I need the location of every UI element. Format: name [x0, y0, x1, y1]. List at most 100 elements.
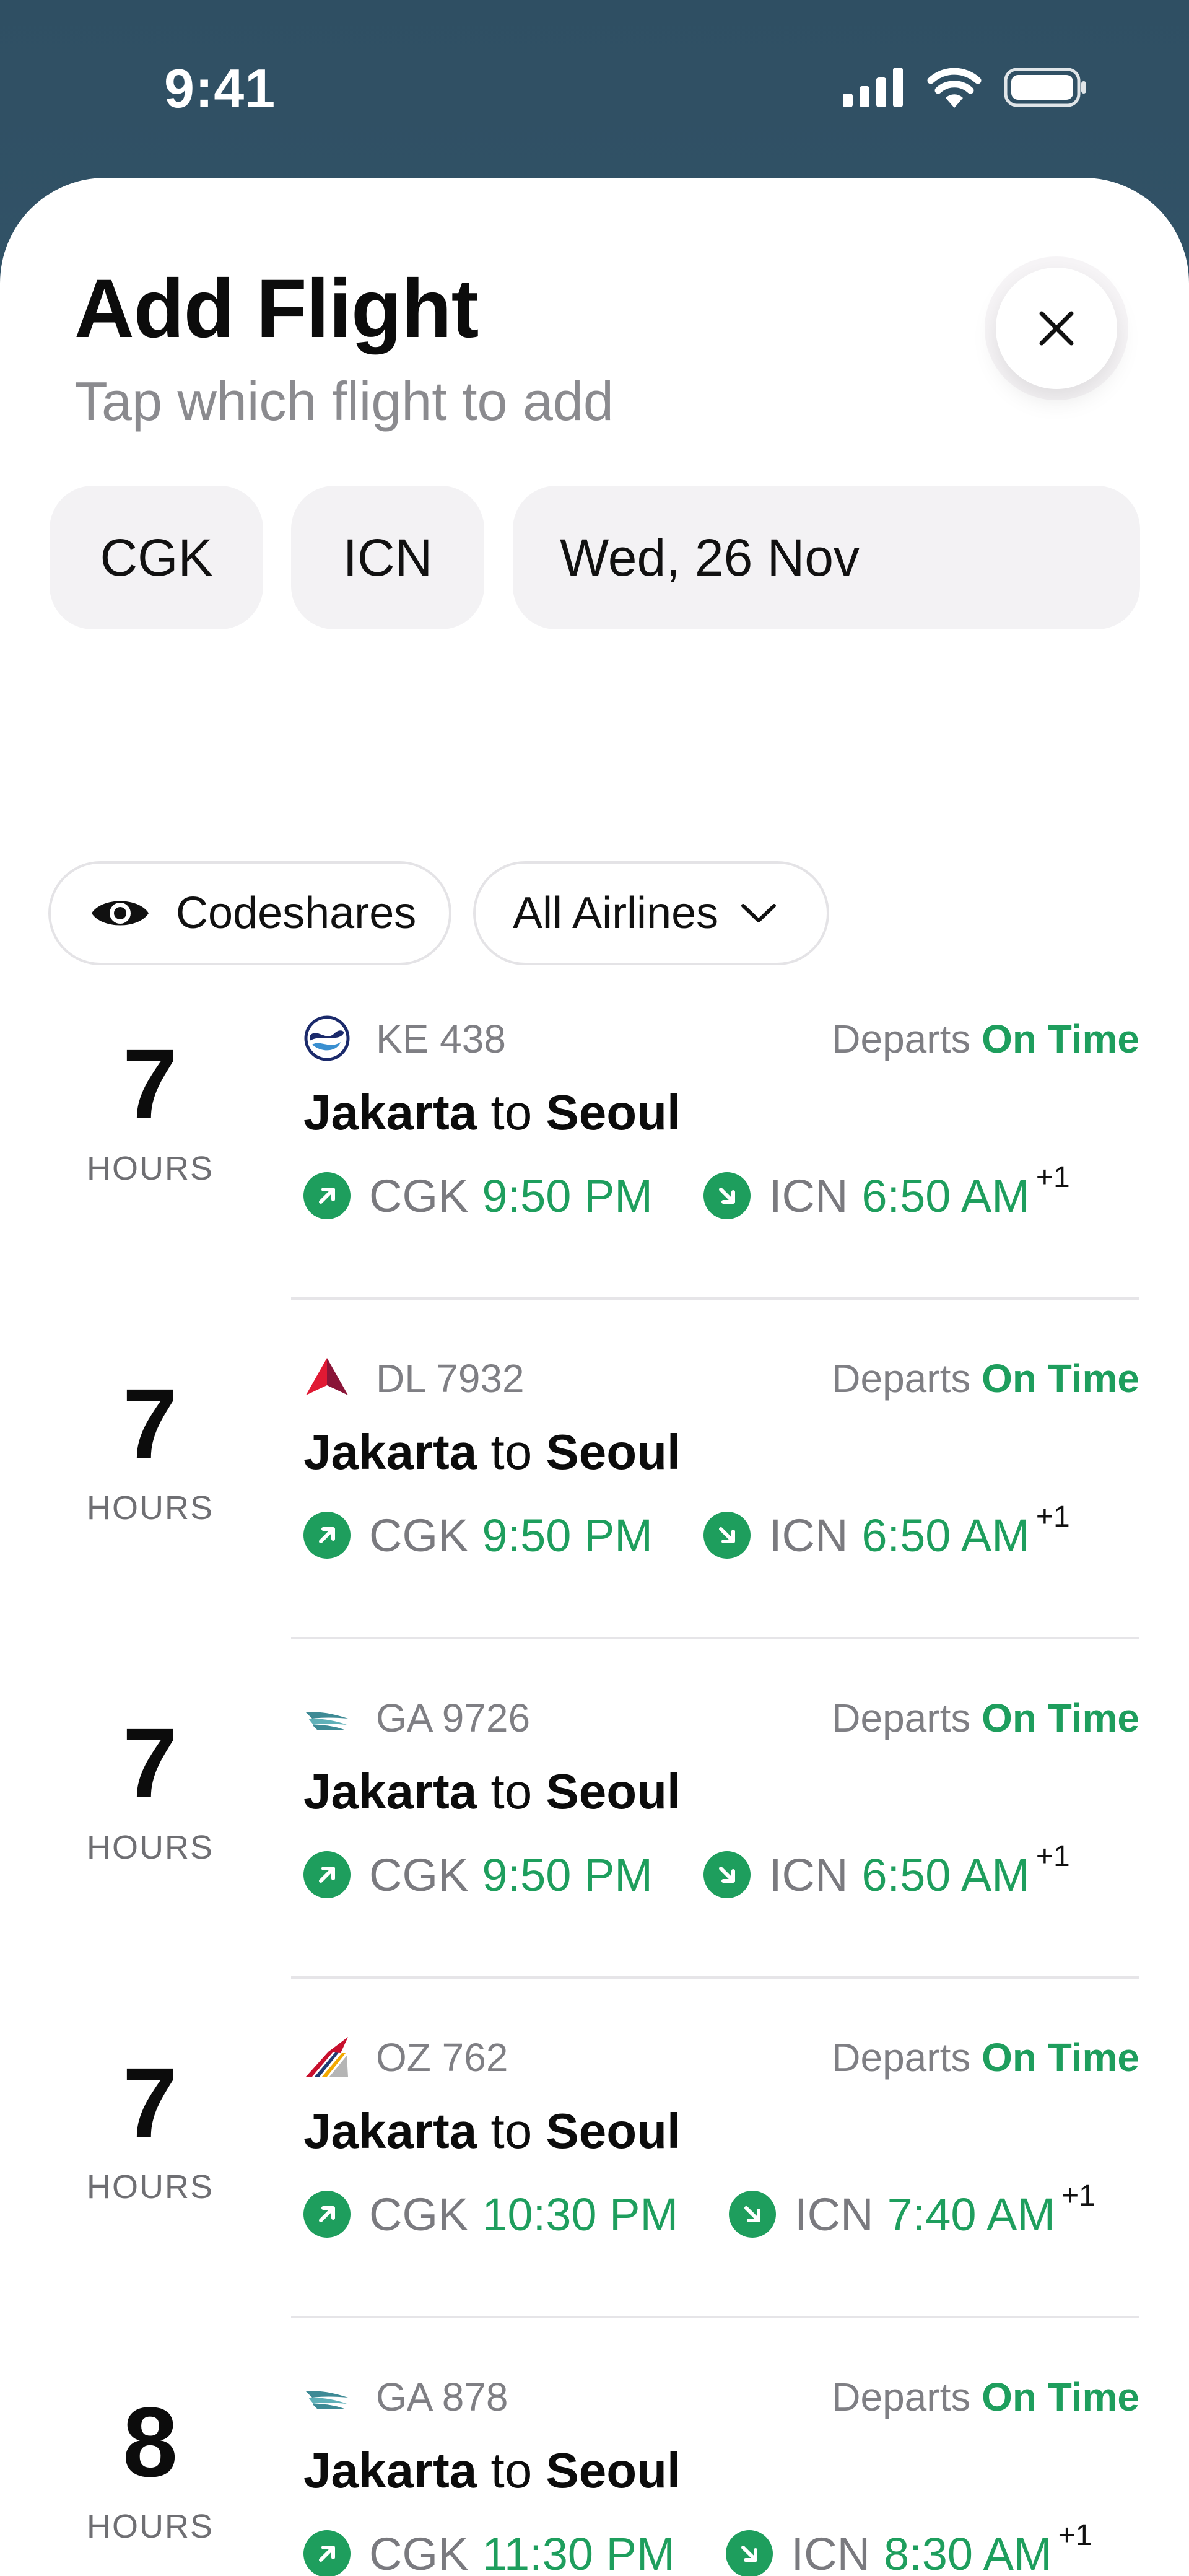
- date-chip[interactable]: Wed, 26 Nov: [513, 486, 1140, 629]
- codeshares-toggle[interactable]: Codeshares: [48, 861, 451, 965]
- departure-arrow-icon: [303, 2191, 351, 2238]
- departure-airport: CGK: [369, 1849, 469, 1901]
- airlines-dropdown[interactable]: All Airlines: [473, 861, 829, 965]
- flight-row[interactable]: 7 HOURS DL 7932 Departs On Time Jakarta …: [0, 1300, 1189, 1639]
- day-offset: +1: [1035, 1839, 1070, 1873]
- status-bar: 9:41: [0, 0, 1189, 173]
- origin-city: Jakarta: [303, 2443, 477, 2498]
- route: Jakarta to Seoul: [303, 1763, 681, 1820]
- departure-time: 9:50 PM: [482, 1509, 653, 1561]
- route: Jakarta to Seoul: [303, 2103, 681, 2160]
- flight-row[interactable]: 7 HOURS OZ 762 Departs On Time Jakarta t…: [0, 1979, 1189, 2318]
- route: Jakarta to Seoul: [303, 1424, 681, 1481]
- destination-chip[interactable]: ICN: [291, 486, 484, 629]
- arrival-arrow-icon: [729, 2191, 777, 2238]
- arrival-leg: ICN 6:50 AM +1: [703, 1840, 1070, 1901]
- departure-leg: CGK 9:50 PM: [303, 1509, 653, 1562]
- destination-city: Seoul: [546, 2443, 681, 2498]
- departure-airport: CGK: [369, 1509, 469, 1561]
- arrival-time: 7:40 AM: [887, 2188, 1056, 2240]
- route-connector: to: [490, 2443, 533, 2498]
- korean-air-logo-icon: [304, 1015, 350, 1061]
- close-icon: [1039, 311, 1074, 346]
- flight-code: KE 438: [376, 1017, 506, 1061]
- arrival-arrow-icon: [703, 1512, 751, 1559]
- duration-unit: HOURS: [86, 2508, 214, 2545]
- duration-value: 7: [123, 2047, 178, 2158]
- status-value: On Time: [982, 1356, 1139, 1401]
- departure-time: 9:50 PM: [482, 1849, 653, 1901]
- arrival-airport: ICN: [769, 1509, 848, 1561]
- departure-leg: CGK 9:50 PM: [303, 1170, 653, 1222]
- departure-leg: CGK 10:30 PM: [303, 2188, 678, 2241]
- status-value: On Time: [982, 1017, 1139, 1061]
- departure-arrow-icon: [303, 1172, 351, 1219]
- status-prefix: Departs: [832, 1356, 971, 1401]
- destination-city: Seoul: [546, 1424, 681, 1479]
- origin-city: Jakarta: [303, 2103, 477, 2158]
- route-connector: to: [490, 2103, 533, 2158]
- departure-arrow-icon: [303, 2530, 351, 2576]
- duration-value: 7: [123, 1368, 178, 1479]
- page-subtitle: Tap which flight to add: [74, 370, 614, 432]
- arrival-airport: ICN: [769, 1849, 848, 1901]
- departure-arrow-icon: [303, 1512, 351, 1559]
- destination-city: Seoul: [546, 2103, 681, 2158]
- departure-leg: CGK 11:30 PM: [303, 2528, 675, 2576]
- flight-times: CGK 10:30 PM ICN 7:40 AM +1: [303, 2180, 1095, 2248]
- arrival-time: 6:50 AM: [861, 1849, 1030, 1901]
- arrival-arrow-icon: [725, 2530, 773, 2576]
- route-connector: to: [490, 1085, 533, 1140]
- close-button[interactable]: [996, 268, 1117, 389]
- day-offset: +1: [1061, 2179, 1095, 2212]
- airlines-label: All Airlines: [513, 888, 719, 938]
- eye-icon: [92, 901, 149, 926]
- duration-unit: HOURS: [86, 1829, 214, 1866]
- duration-value: 8: [123, 2386, 178, 2497]
- day-offset: +1: [1035, 1160, 1070, 1194]
- origin-chip[interactable]: CGK: [50, 486, 263, 629]
- flight-row[interactable]: 8 HOURS GA 878 Departs On Time Jakarta t…: [0, 2318, 1189, 2576]
- flight-status: Departs On Time: [832, 1016, 1139, 1062]
- day-offset: +1: [1035, 1500, 1070, 1533]
- chevron-down-icon: [741, 904, 777, 922]
- garuda-logo-icon: [306, 1712, 348, 1730]
- origin-city: Jakarta: [303, 1424, 477, 1479]
- destination-city: Seoul: [546, 1085, 681, 1140]
- duration-unit: HOURS: [86, 2168, 214, 2206]
- departure-airport: CGK: [369, 2188, 469, 2240]
- flight-times: CGK 9:50 PM ICN 6:50 AM +1: [303, 1500, 1070, 1569]
- flight-status: Departs On Time: [832, 2374, 1139, 2420]
- flight-row[interactable]: 7 HOURS GA 9726 Departs On Time Jakarta …: [0, 1639, 1189, 1979]
- flight-row[interactable]: 7 HOURS KE 438 Departs On Time Jakarta t…: [0, 960, 1189, 1300]
- arrival-arrow-icon: [703, 1172, 751, 1219]
- flight-times: CGK 11:30 PM ICN 8:30 AM +1: [303, 2518, 1092, 2576]
- asiana-logo-icon: [306, 2037, 348, 2077]
- status-value: On Time: [982, 2375, 1139, 2419]
- add-flight-sheet: Add Flight Tap which flight to add CGK I…: [0, 178, 1189, 2576]
- destination-city: Seoul: [546, 1764, 681, 1819]
- departure-time: 9:50 PM: [482, 1170, 653, 1222]
- flight-code: OZ 762: [376, 2035, 508, 2080]
- arrival-time: 6:50 AM: [861, 1509, 1030, 1561]
- status-icons: [843, 67, 1087, 108]
- departure-leg: CGK 9:50 PM: [303, 1849, 653, 1901]
- departure-airport: CGK: [369, 1170, 469, 1222]
- day-offset: +1: [1058, 2518, 1092, 2552]
- arrival-leg: ICN 6:50 AM +1: [703, 1500, 1070, 1562]
- codeshares-label: Codeshares: [176, 888, 417, 938]
- arrival-airport: ICN: [795, 2188, 874, 2240]
- route-connector: to: [490, 1764, 533, 1819]
- status-value: On Time: [982, 2035, 1139, 2080]
- flight-status: Departs On Time: [832, 1695, 1139, 1741]
- arrival-leg: ICN 7:40 AM +1: [729, 2180, 1095, 2241]
- page-title: Add Flight: [74, 263, 479, 355]
- departure-time: 11:30 PM: [482, 2528, 675, 2576]
- flight-code: DL 7932: [376, 1356, 525, 1401]
- duration-value: 7: [123, 1707, 178, 1818]
- flight-code: GA 878: [376, 2375, 508, 2419]
- flight-status: Departs On Time: [832, 1356, 1139, 1401]
- origin-city: Jakarta: [303, 1085, 477, 1140]
- flight-status: Departs On Time: [832, 2035, 1139, 2080]
- flight-times: CGK 9:50 PM ICN 6:50 AM +1: [303, 1160, 1070, 1230]
